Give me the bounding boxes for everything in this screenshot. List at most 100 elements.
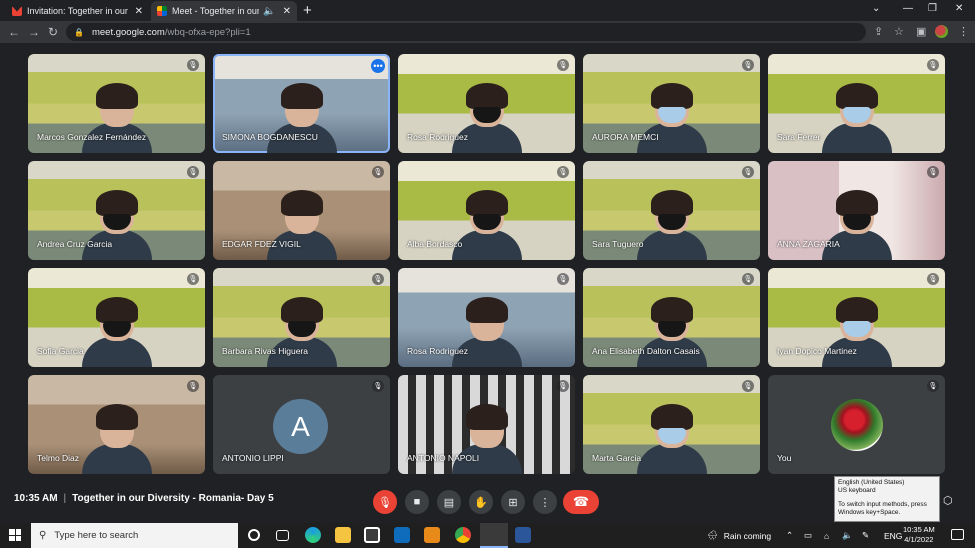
profile-picture-rose bbox=[831, 399, 883, 451]
restore-button[interactable]: ❐ bbox=[928, 3, 937, 14]
weather-widget[interactable]: 🌧 Rain coming bbox=[707, 523, 771, 548]
participant-name: Sara Ferrer bbox=[777, 132, 821, 142]
settings-app-icon[interactable] bbox=[424, 527, 440, 543]
back-icon[interactable]: ← bbox=[8, 25, 20, 39]
muted-mic-icon: 🎙 bbox=[557, 59, 569, 71]
file-explorer-icon[interactable] bbox=[335, 527, 351, 543]
present-button[interactable]: ⊞ bbox=[501, 490, 525, 514]
participant-tile[interactable]: 🎙 Marcos Gonzalez Fernández bbox=[28, 54, 205, 153]
bookmark-star-icon[interactable]: ☆ bbox=[894, 25, 904, 38]
participant-tile[interactable]: 🎙 Sofia Garcia bbox=[28, 268, 205, 367]
participant-name: ANTONIO NAPOLI bbox=[407, 453, 480, 463]
participant-tile[interactable]: 🎙 Alba Bordasco bbox=[398, 161, 575, 260]
meeting-info-separator: | bbox=[63, 493, 67, 504]
volume-icon[interactable]: 🔈 bbox=[842, 523, 853, 548]
url-path: /wbq-ofxa-epe?pli=1 bbox=[164, 26, 251, 38]
participant-tile[interactable]: 🎙 Andrea Cruz Garcia bbox=[28, 161, 205, 260]
participant-tile[interactable]: 🎙 EDGAR FDEZ VIGIL bbox=[213, 161, 390, 260]
chrome-active-window-icon[interactable] bbox=[480, 523, 508, 548]
browser-tab-strip: Invitation: Together in our Diversi ✕ Me… bbox=[0, 0, 975, 21]
participant-tile[interactable]: 🎙 Marta Garcia bbox=[583, 375, 760, 474]
captions-button[interactable]: ▤ bbox=[437, 490, 461, 514]
participant-tile[interactable]: 🎙 Barbara Rivas Higuera bbox=[213, 268, 390, 367]
reload-icon[interactable]: ↻ bbox=[48, 25, 58, 39]
participant-tile[interactable]: 🎙 You bbox=[768, 375, 945, 474]
participant-name: Telmo Diaz bbox=[37, 453, 80, 463]
word-icon[interactable] bbox=[515, 527, 531, 543]
close-window-button[interactable]: ✕ bbox=[955, 3, 963, 14]
tab-gmail-invitation[interactable]: Invitation: Together in our Diversi ✕ bbox=[6, 1, 149, 21]
taskbar-search-input[interactable]: ⚲ Type here to search bbox=[31, 523, 238, 548]
more-options-button[interactable]: ⋮ bbox=[533, 490, 557, 514]
participant-tile[interactable]: 🎙 Telmo Diaz bbox=[28, 375, 205, 474]
camera-icon: ■ bbox=[413, 496, 421, 508]
pen-icon[interactable]: ✎ bbox=[862, 523, 869, 548]
share-icon[interactable]: ⇪ bbox=[874, 25, 883, 38]
participant-tile[interactable]: ••• SIMONA BOGDANESCU bbox=[213, 54, 390, 153]
participant-tile[interactable]: 🎙 ANTONIO NAPOLI bbox=[398, 375, 575, 474]
meet-icon bbox=[157, 6, 167, 16]
participant-tile[interactable]: 🎙 Rosa Rodriguez bbox=[398, 268, 575, 367]
browser-menu-icon[interactable]: ⋮ bbox=[958, 25, 969, 38]
tab-search-icon[interactable]: ⌄ bbox=[872, 3, 880, 14]
participant-tile[interactable]: 🎙 Iyan Dopico Martinez bbox=[768, 268, 945, 367]
task-view-icon[interactable] bbox=[276, 530, 289, 541]
muted-mic-icon: 🎙 bbox=[187, 380, 199, 392]
edge-icon[interactable] bbox=[305, 527, 321, 543]
forward-icon[interactable]: → bbox=[28, 25, 40, 39]
tray-overflow-icon[interactable]: ⌃ bbox=[786, 523, 793, 548]
tab-google-meet[interactable]: Meet - Together in our Divers 🔈 ✕ bbox=[151, 1, 297, 21]
system-clock[interactable]: 10:35 AM 4/1/2022 bbox=[903, 525, 935, 545]
participant-name: ANNA ZAGARIA bbox=[777, 239, 840, 249]
store-icon[interactable] bbox=[364, 527, 380, 543]
mic-toggle-button[interactable]: 🎙 bbox=[373, 490, 397, 514]
meet-tray-icon[interactable]: ▭ bbox=[804, 523, 812, 548]
participant-tile[interactable]: 🎙 AURORA MEMCI bbox=[583, 54, 760, 153]
participant-video bbox=[821, 83, 892, 153]
participant-tile[interactable]: 🎙 Sara Ferrer bbox=[768, 54, 945, 153]
end-call-button[interactable]: ☎ bbox=[563, 490, 599, 514]
muted-mic-icon: 🎙 bbox=[187, 166, 199, 178]
participant-video bbox=[636, 83, 707, 153]
minimize-button[interactable]: — bbox=[903, 3, 913, 14]
participant-name: You bbox=[777, 453, 792, 463]
participant-name: SIMONA BOGDANESCU bbox=[222, 132, 318, 142]
chrome-icon[interactable] bbox=[455, 527, 471, 543]
tab-title: Meet - Together in our Divers bbox=[172, 6, 260, 16]
participant-tile[interactable]: 🎙 Rosa Rodriguez bbox=[398, 54, 575, 153]
network-icon[interactable]: ⌂ bbox=[824, 523, 829, 548]
side-panel-icon[interactable]: ▣ bbox=[916, 25, 926, 38]
cortana-icon[interactable] bbox=[248, 529, 260, 541]
muted-mic-icon: 🎙 bbox=[927, 380, 939, 392]
lock-icon[interactable]: 🔒 bbox=[74, 28, 84, 37]
participant-tile[interactable]: 🎙 ANNA ZAGARIA bbox=[768, 161, 945, 260]
muted-mic-icon: 🎙 bbox=[742, 273, 754, 285]
windows-start-icon[interactable] bbox=[9, 529, 21, 541]
tooltip-hint: To switch input methods, press Windows k… bbox=[838, 500, 927, 517]
tab-title: Invitation: Together in our Diversi bbox=[27, 6, 131, 16]
muted-mic-icon: 🎙 bbox=[557, 166, 569, 178]
input-language-indicator[interactable]: ENG bbox=[884, 523, 902, 548]
mail-icon[interactable] bbox=[394, 527, 410, 543]
close-icon[interactable]: ✕ bbox=[135, 6, 143, 17]
participant-tile[interactable]: 🎙 Ana Elisabeth Dalton Casais bbox=[583, 268, 760, 367]
participant-tile[interactable]: A 🎙 ANTONIO LIPPI bbox=[213, 375, 390, 474]
meeting-info: 10:35 AM | Together in our Diversity - Rom… bbox=[14, 493, 274, 504]
muted-mic-icon: 🎙 bbox=[742, 380, 754, 392]
camera-toggle-button[interactable]: ■ bbox=[405, 490, 429, 514]
participant-tile[interactable]: 🎙 Sara Tuguero bbox=[583, 161, 760, 260]
close-icon[interactable]: ✕ bbox=[283, 6, 291, 17]
url-host: meet.google.com bbox=[91, 26, 165, 38]
raise-hand-button[interactable]: ✋ bbox=[469, 490, 493, 514]
participant-video bbox=[81, 404, 152, 474]
speaker-icon[interactable]: 🔈 bbox=[263, 6, 275, 17]
clock-time: 10:35 AM bbox=[903, 525, 935, 534]
url-field[interactable]: 🔒 meet.google.com/wbq-ofxa-epe?pli=1 bbox=[66, 23, 866, 41]
muted-mic-icon: 🎙 bbox=[372, 166, 384, 178]
tooltip-keyboard: US keyboard bbox=[838, 487, 876, 495]
new-tab-button[interactable]: + bbox=[303, 2, 312, 19]
notification-icon[interactable] bbox=[951, 529, 964, 540]
activities-icon[interactable]: ⬡ bbox=[943, 494, 953, 507]
profile-avatar[interactable] bbox=[935, 25, 948, 38]
participant-video bbox=[81, 297, 152, 367]
